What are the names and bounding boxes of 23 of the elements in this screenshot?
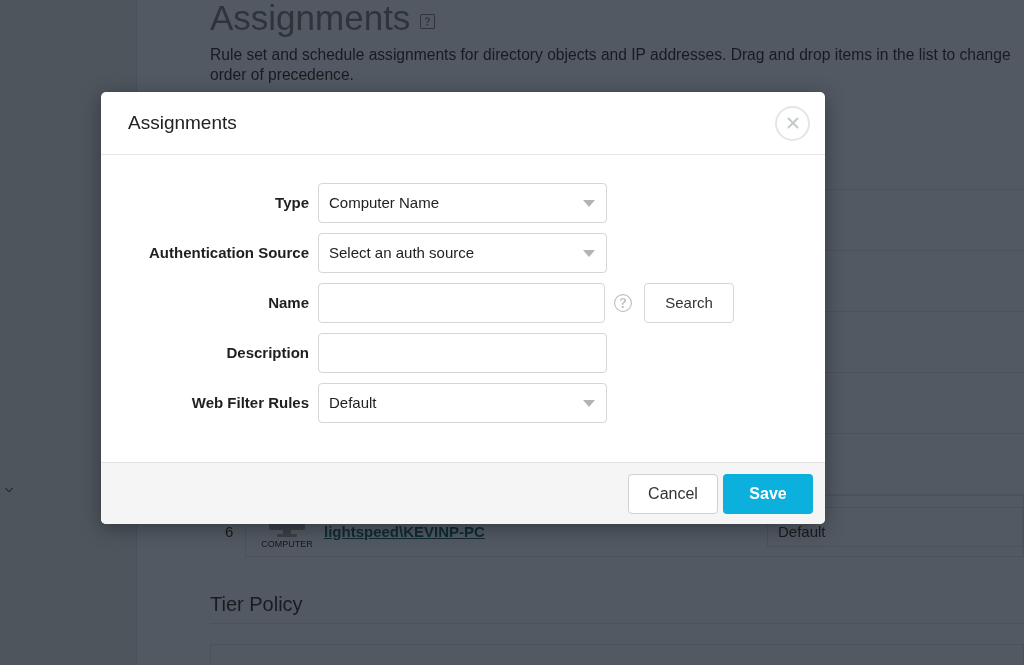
section-title: Tier Policy [210, 584, 1024, 624]
help-icon[interactable] [614, 294, 632, 312]
page-description: Rule set and schedule assignments for directory objects and IP addresses. Drag and drop items in the list to change order of precedence. [210, 45, 1012, 85]
help-icon[interactable] [420, 13, 436, 29]
field-label: Web Filter Rules [190, 392, 309, 413]
input-field[interactable] [318, 333, 607, 373]
field-label: Type [274, 192, 309, 213]
type-label: COMPUTER [261, 538, 313, 550]
field-label: Name [267, 292, 309, 313]
caret-down-icon [583, 249, 595, 257]
caret-down-icon [583, 399, 595, 407]
cancel-button[interactable]: Cancel [628, 473, 718, 514]
field-label: Description [225, 342, 309, 363]
row-number: 6 [224, 523, 235, 540]
dropdown-field[interactable]: Computer Name [318, 183, 607, 223]
dialog-title: Assignments [128, 110, 237, 135]
field-label: Authentication Source [148, 242, 309, 263]
dropdown-field[interactable]: Select an auth source [318, 233, 607, 273]
dropdown-field[interactable]: Default [318, 383, 607, 423]
search-button[interactable]: Search [644, 283, 734, 323]
close-button[interactable] [775, 105, 810, 141]
input-field[interactable] [318, 283, 605, 323]
caret-down-icon [583, 199, 595, 207]
